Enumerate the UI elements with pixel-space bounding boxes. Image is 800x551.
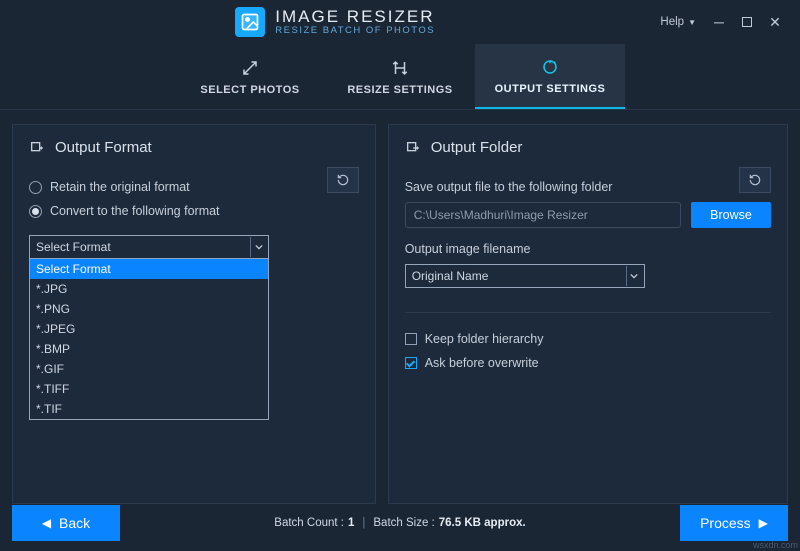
radio-convert-format[interactable]: Convert to the following format	[29, 204, 359, 218]
panel-title: Output Format	[29, 139, 359, 156]
chevron-down-icon	[626, 266, 642, 286]
checkbox-keep-hierarchy[interactable]: Keep folder hierarchy	[405, 332, 771, 346]
main-content: Output Format Retain the original format…	[0, 110, 800, 504]
batch-status: Batch Count : 1 | Batch Size : 76.5 KB a…	[274, 517, 525, 529]
radio-label: Retain the original format	[50, 180, 190, 194]
expand-icon	[240, 58, 260, 78]
export-icon	[29, 140, 45, 156]
radio-label: Convert to the following format	[50, 204, 220, 218]
resize-icon	[390, 58, 410, 78]
radio-icon-checked	[29, 205, 42, 218]
tab-output-settings[interactable]: OUTPUT SETTINGS	[475, 44, 625, 109]
filename-value: Original Name	[412, 269, 489, 283]
tab-bar: SELECT PHOTOS RESIZE SETTINGS OUTPUT SET…	[0, 44, 800, 110]
output-path-input[interactable]: C:\Users\Madhuri\Image Resizer	[405, 202, 681, 228]
window-controls: ─ ✕	[710, 13, 784, 31]
output-folder-panel: Output Folder Save output file to the fo…	[388, 124, 788, 504]
app-logo-icon	[235, 7, 265, 37]
tab-label: RESIZE SETTINGS	[347, 84, 452, 96]
browse-button[interactable]: Browse	[691, 202, 771, 228]
app-subtitle: RESIZE BATCH OF PHOTOS	[275, 26, 435, 36]
browse-label: Browse	[710, 208, 752, 222]
radio-retain-format[interactable]: Retain the original format	[29, 180, 359, 194]
checkbox-ask-overwrite[interactable]: Ask before overwrite	[405, 356, 771, 370]
close-button[interactable]: ✕	[766, 13, 784, 31]
reset-format-button[interactable]	[327, 167, 359, 193]
format-option[interactable]: *.TIF	[30, 399, 268, 419]
tab-label: OUTPUT SETTINGS	[495, 83, 606, 95]
checkbox-label: Keep folder hierarchy	[425, 332, 544, 346]
batch-count-value: 1	[348, 517, 354, 529]
minimize-button[interactable]: ─	[710, 13, 728, 31]
footer: ◀ Back Batch Count : 1 | Batch Size : 76…	[12, 505, 788, 541]
back-button[interactable]: ◀ Back	[12, 505, 120, 541]
checkbox-icon-checked	[405, 357, 417, 369]
process-button[interactable]: Process ▶	[680, 505, 788, 541]
app-title: IMAGE RESIZER	[275, 8, 435, 26]
output-format-panel: Output Format Retain the original format…	[12, 124, 376, 504]
process-label: Process	[700, 515, 751, 531]
output-icon	[540, 57, 560, 77]
save-path-label: Save output file to the following folder	[405, 180, 771, 194]
maximize-button[interactable]	[738, 13, 756, 31]
panel-title-text: Output Format	[55, 139, 152, 156]
radio-icon	[29, 181, 42, 194]
format-option[interactable]: *.BMP	[30, 339, 268, 359]
folder-icon	[405, 140, 421, 156]
help-menu[interactable]: Help ▼	[660, 16, 696, 28]
tab-resize-settings[interactable]: RESIZE SETTINGS	[325, 44, 475, 109]
select-value: Select Format	[36, 240, 111, 254]
filename-label: Output image filename	[405, 242, 771, 256]
format-select[interactable]: Select Format	[29, 235, 269, 259]
reset-folder-button[interactable]	[739, 167, 771, 193]
watermark: wsxdn.com	[753, 540, 798, 550]
chevron-left-icon: ◀	[42, 516, 51, 530]
title-right: Help ▼ ─ ✕	[660, 13, 790, 31]
batch-size-value: 76.5 KB approx.	[439, 517, 526, 529]
batch-size-label: Batch Size :	[373, 517, 434, 529]
chevron-right-icon: ▶	[759, 516, 768, 530]
app-title-block: IMAGE RESIZER RESIZE BATCH OF PHOTOS	[275, 8, 435, 36]
help-label: Help	[660, 16, 684, 28]
path-value: C:\Users\Madhuri\Image Resizer	[414, 208, 588, 222]
format-option[interactable]: *.TIFF	[30, 379, 268, 399]
path-row: C:\Users\Madhuri\Image Resizer Browse	[405, 202, 771, 228]
filename-select[interactable]: Original Name	[405, 264, 645, 288]
checkbox-icon	[405, 333, 417, 345]
titlebar: IMAGE RESIZER RESIZE BATCH OF PHOTOS Hel…	[0, 0, 800, 44]
format-dropdown: Select Format *.JPG *.PNG *.JPEG *.BMP *…	[29, 259, 269, 420]
format-option[interactable]: *.JPG	[30, 279, 268, 299]
title-center: IMAGE RESIZER RESIZE BATCH OF PHOTOS	[10, 0, 660, 44]
chevron-down-icon: ▼	[688, 18, 696, 27]
checkbox-label: Ask before overwrite	[425, 356, 539, 370]
batch-count-label: Batch Count :	[274, 517, 344, 529]
back-label: Back	[59, 515, 90, 531]
tab-select-photos[interactable]: SELECT PHOTOS	[175, 44, 325, 109]
panel-title: Output Folder	[405, 139, 771, 156]
tab-label: SELECT PHOTOS	[200, 84, 299, 96]
chevron-down-icon	[250, 237, 266, 257]
format-option[interactable]: *.PNG	[30, 299, 268, 319]
format-option[interactable]: *.JPEG	[30, 319, 268, 339]
format-option[interactable]: *.GIF	[30, 359, 268, 379]
divider	[405, 312, 771, 313]
panel-title-text: Output Folder	[431, 139, 523, 156]
format-option[interactable]: Select Format	[30, 259, 268, 279]
